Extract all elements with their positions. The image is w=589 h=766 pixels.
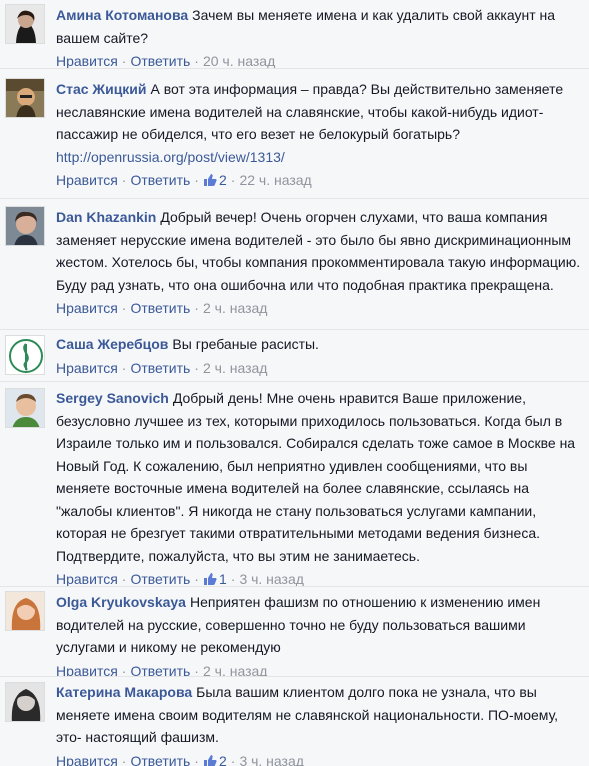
like-button[interactable]: Нравится <box>56 753 118 766</box>
comment: Саша Жеребцов Вы гребаные расисты. Нравит… <box>0 329 589 381</box>
reply-button[interactable]: Ответить <box>130 753 190 766</box>
comment: Olga Kryukovskaya Неприятен фашизм по отн… <box>0 586 589 679</box>
thumbs-up-icon <box>203 173 217 186</box>
comment: Стас Жицкий А вот эта информация – правда… <box>0 68 589 198</box>
comment-actions: Нравится · Ответить · 2 ч. назад <box>56 356 583 380</box>
thumbs-up-icon <box>203 754 217 766</box>
separator: · <box>230 752 236 766</box>
comment-author[interactable]: Стас Жицкий <box>56 81 147 97</box>
comment-feed: Амина Котоманова Зачем вы меняете имена и… <box>0 0 589 766</box>
thumbs-up-icon <box>203 573 217 585</box>
reply-button[interactable]: Ответить <box>130 571 190 587</box>
comment-time[interactable]: 3 ч. назад <box>239 571 303 587</box>
separator: · <box>121 171 127 188</box>
comment-author[interactable]: Olga Kryukovskaya <box>56 594 186 610</box>
comment-author[interactable]: Катерина Макарова <box>56 684 192 700</box>
reply-button[interactable]: Ответить <box>130 53 190 69</box>
reply-button[interactable]: Ответить <box>130 300 190 316</box>
separator: · <box>194 359 199 376</box>
reply-button[interactable]: Ответить <box>130 172 190 188</box>
separator: · <box>194 171 199 188</box>
avatar[interactable] <box>5 78 45 118</box>
comment-actions: Нравится · Ответить · 2 ч. назад <box>56 296 583 320</box>
avatar[interactable] <box>5 388 45 428</box>
comment-author[interactable]: Амина Котоманова <box>56 7 188 23</box>
comment: Амина Котоманова Зачем вы меняете имена и… <box>0 0 589 69</box>
separator: · <box>194 53 199 69</box>
like-count[interactable]: 2 <box>203 172 227 188</box>
like-button[interactable]: Нравится <box>56 172 118 188</box>
separator: · <box>121 300 127 316</box>
comment-time[interactable]: 2 ч. назад <box>203 360 267 376</box>
avatar[interactable] <box>5 335 45 375</box>
comment-actions: Нравится · Ответить · 2 · 22 ч. назад <box>56 168 583 192</box>
separator: · <box>194 300 199 316</box>
comment-author[interactable]: Саша Жеребцов <box>56 336 168 352</box>
comment-actions: Нравится · Ответить · 2 · 3 ч. назад <box>56 749 583 766</box>
comment-time[interactable]: 20 ч. назад <box>203 53 275 69</box>
comment-time[interactable]: 2 ч. назад <box>203 300 267 316</box>
avatar[interactable] <box>5 591 45 631</box>
comment-time[interactable]: 22 ч. назад <box>239 172 311 188</box>
like-button[interactable]: Нравится <box>56 300 118 316</box>
separator: · <box>194 571 199 587</box>
comment: Sergey Sanovich Добрый день! Мне очень нр… <box>0 381 589 587</box>
avatar[interactable] <box>5 206 45 246</box>
separator: · <box>194 752 199 766</box>
separator: · <box>121 571 127 587</box>
avatar[interactable] <box>5 682 45 722</box>
comment-text: Добрый день! Мне очень нравится Ваше при… <box>56 390 576 564</box>
like-button[interactable]: Нравится <box>56 360 118 376</box>
like-count[interactable]: 2 <box>203 753 227 766</box>
separator: · <box>121 752 127 766</box>
separator: · <box>121 359 127 376</box>
comment-author[interactable]: Dan Khazankin <box>56 209 156 225</box>
like-count[interactable]: 1 <box>203 571 227 587</box>
separator: · <box>230 571 236 587</box>
like-button[interactable]: Нравится <box>56 53 118 69</box>
separator: · <box>121 53 127 69</box>
reply-button[interactable]: Ответить <box>130 360 190 376</box>
comment-text: Вы гребаные расисты. <box>172 336 319 352</box>
separator: · <box>230 171 236 188</box>
comment: Dan Khazankin Добрый вечер! Очень огорчен… <box>0 198 589 329</box>
like-button[interactable]: Нравится <box>56 571 118 587</box>
comment-time[interactable]: 3 ч. назад <box>239 753 303 766</box>
comment-author[interactable]: Sergey Sanovich <box>56 390 169 406</box>
comment: Катерина Макарова Была вашим клиентом дол… <box>0 676 589 766</box>
comment-link[interactable]: http://openrussia.org/post/view/1313/ <box>56 146 583 168</box>
avatar[interactable] <box>5 4 45 44</box>
